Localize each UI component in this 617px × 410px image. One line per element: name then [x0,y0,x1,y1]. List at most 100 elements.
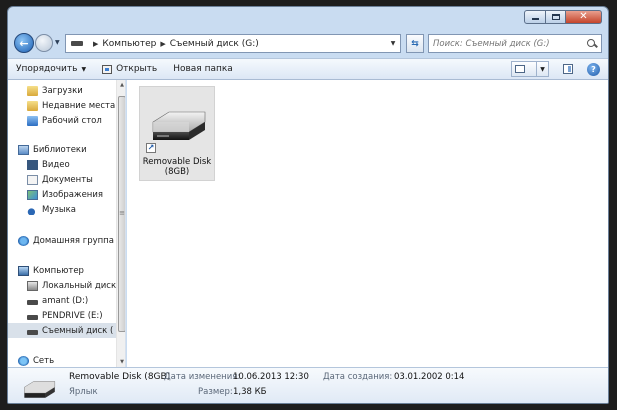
scroll-thumb[interactable] [118,96,125,332]
chevron-right-icon[interactable]: ▶ [93,40,98,48]
open-label: Открыть [116,64,158,74]
drive-icon [27,329,38,335]
nav-item-drive-e[interactable]: PENDRIVE (E:) [8,308,116,323]
nav-item-label: Недавние места [42,100,116,111]
nav-item-local-disk[interactable]: Локальный диск [8,278,116,293]
refresh-icon: ⇆ [411,38,419,49]
breadcrumb-computer[interactable]: Компьютер [102,39,156,49]
navigation-pane: Загрузки Недавние места Рабочий стол Биб… [8,80,126,367]
explorer-window: ✕ ← ▼ ▶ Компьютер ▶ Съемный диск (G:) ▼ … [7,6,609,404]
breadcrumb-removable-disk[interactable]: Съемный диск (G:) [170,39,259,49]
drive-icon [27,299,38,305]
file-list[interactable]: ↗ Removable Disk (8GB) [127,80,608,367]
history-dropdown-icon[interactable]: ▼ [55,39,60,46]
navigation-row: ← ▼ ▶ Компьютер ▶ Съемный диск (G:) ▼ ⇆ [8,30,608,58]
downloads-folder-icon [27,85,38,96]
address-bar[interactable]: ▶ Компьютер ▶ Съемный диск (G:) ▼ [65,34,401,53]
size-label: Размер: [198,387,233,397]
file-item-label: Removable Disk (8GB) [140,157,214,177]
created-value: 03.01.2002 0:14 [394,372,465,382]
nav-item-video[interactable]: Видео [8,157,116,172]
drive-icon [71,41,83,46]
refresh-button[interactable]: ⇆ [406,34,424,53]
nav-item-drive-g[interactable]: Съемный диск ( [8,323,116,338]
preview-pane-icon[interactable] [563,64,573,74]
nav-item-label: Съемный диск ( [42,325,114,336]
close-icon: ✕ [579,11,588,22]
drive-icon [27,314,38,320]
scroll-up-icon[interactable]: ▲ [117,80,125,90]
nav-item-desktop[interactable]: Рабочий стол [8,113,116,128]
change-view-button[interactable] [511,61,537,77]
details-type: Ярлык [69,387,98,397]
details-drive-icon [24,381,56,398]
nav-item-homegroup[interactable]: Домашняя группа [8,233,116,248]
open-button[interactable]: Открыть [94,59,165,79]
scroll-down-icon[interactable]: ▼ [117,357,125,367]
search-input[interactable] [433,38,583,49]
nav-item-documents[interactable]: Документы [8,172,116,187]
search-box[interactable] [428,34,602,53]
chevron-down-icon: ▼ [81,65,87,73]
video-icon [27,159,38,170]
nav-item-label: Рабочий стол [42,115,102,126]
new-folder-button[interactable]: Новая папка [165,59,241,79]
open-icon [102,64,113,74]
nav-item-computer[interactable]: Компьютер [8,263,116,278]
removable-drive-icon [152,111,206,140]
created-label: Дата создания: [323,372,393,382]
modified-label: Дата изменения: [164,372,241,382]
help-icon[interactable]: ? [587,62,600,76]
organize-button[interactable]: Упорядочить ▼ [8,59,94,79]
shortcut-arrow-icon: ↗ [146,143,156,153]
file-item-removable-disk[interactable]: ↗ Removable Disk (8GB) [139,86,215,181]
nav-item-label: Загрузки [42,85,83,96]
forward-button[interactable] [35,34,53,52]
file-name-line2: (8GB) [164,167,190,177]
chevron-right-icon[interactable]: ▶ [160,40,165,48]
images-icon [27,189,38,200]
close-button[interactable]: ✕ [566,10,602,24]
nav-item-label: Изображения [42,189,104,200]
modified-value: 10.06.2013 12:30 [233,372,309,382]
nav-item-label: Компьютер [33,265,84,276]
back-button[interactable]: ← [14,33,34,53]
new-folder-label: Новая папка [173,64,233,74]
address-dropdown-icon[interactable]: ▼ [386,40,400,47]
homegroup-icon [18,235,29,246]
organize-label: Упорядочить [16,64,78,74]
details-pane: Removable Disk (8GB) Ярлык Дата изменени… [8,367,608,403]
caption-buttons: ✕ [524,10,602,24]
computer-icon [18,265,29,276]
nav-item-downloads[interactable]: Загрузки [8,83,116,98]
maximize-button[interactable] [546,10,566,24]
nav-item-label: Локальный диск [42,280,117,291]
local-disk-icon [27,280,38,291]
documents-icon [27,174,38,185]
maximize-icon [551,14,560,20]
nav-item-label: Видео [42,159,70,170]
file-name-line1: Removable Disk [142,157,212,167]
minimize-button[interactable] [524,10,546,24]
nav-item-music[interactable]: Музыка [8,202,116,217]
nav-scrollbar[interactable]: ▲ ▼ [116,80,125,367]
command-bar: Упорядочить ▼ Открыть Новая папка ▼ ? [8,58,608,80]
nav-item-label: Библиотеки [33,144,87,155]
desktop-icon [27,115,38,126]
nav-item-label: Домашняя группа [33,235,114,246]
nav-item-images[interactable]: Изображения [8,187,116,202]
recent-places-icon [27,100,38,111]
back-arrow-icon: ← [19,36,29,50]
nav-item-libraries[interactable]: Библиотеки [8,142,116,157]
nav-item-label: PENDRIVE (E:) [42,310,103,321]
nav-item-recent-places[interactable]: Недавние места [8,98,116,113]
nav-item-label: Сеть [33,355,55,366]
nav-item-label: amant (D:) [42,295,89,306]
toolbar-right: ▼ ? [511,61,608,77]
view-dropdown-icon[interactable]: ▼ [537,61,549,77]
search-icon[interactable] [587,38,597,49]
music-icon [27,204,38,215]
nav-item-drive-d[interactable]: amant (D:) [8,293,116,308]
nav-item-network[interactable]: Сеть [8,353,116,367]
network-icon [18,355,29,366]
